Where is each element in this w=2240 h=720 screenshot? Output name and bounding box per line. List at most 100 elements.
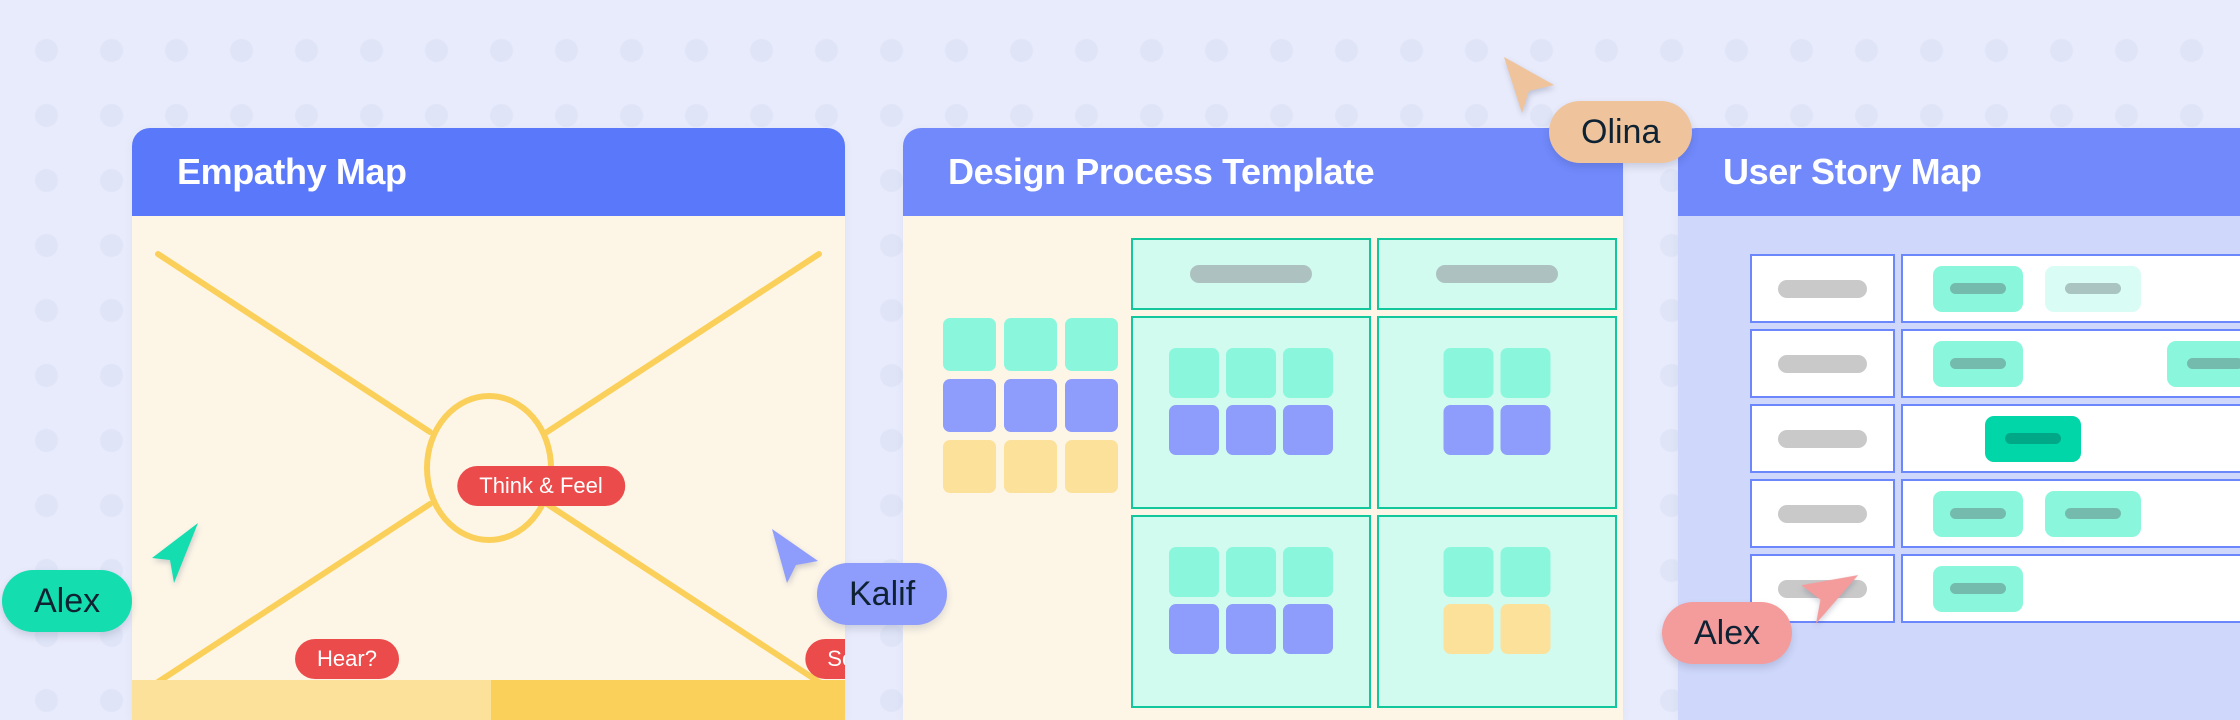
sticky-note[interactable]	[1226, 547, 1276, 597]
placeholder-bar	[1190, 265, 1312, 283]
sticky-note[interactable]	[1500, 348, 1551, 398]
story-row-cells[interactable]	[1901, 329, 2240, 398]
card-body-design-process-template[interactable]	[903, 216, 1623, 720]
sticky-note[interactable]	[1065, 379, 1118, 432]
sticky-note[interactable]	[1443, 405, 1494, 455]
story-note[interactable]	[2045, 490, 2142, 537]
process-box-title[interactable]	[1131, 238, 1371, 310]
sticky-note[interactable]	[1065, 440, 1118, 493]
story-row-cells[interactable]	[1901, 554, 2240, 623]
story-note[interactable]	[1933, 265, 2024, 312]
sticky-note[interactable]	[1500, 547, 1551, 597]
card-header-design-process-template: Design Process Template	[903, 128, 1623, 216]
empathy-footer-block-gain[interactable]	[491, 680, 845, 720]
sticky-note[interactable]	[943, 318, 996, 371]
table-row[interactable]	[1750, 254, 2240, 323]
sticky-note[interactable]	[1443, 348, 1494, 398]
story-row-header[interactable]	[1750, 329, 1896, 398]
placeholder-bar	[2065, 283, 2122, 294]
cursor-name-label: Alex	[2, 570, 133, 632]
sticky-note-palette[interactable]	[943, 318, 1118, 493]
process-sticky-grid[interactable]	[1443, 348, 1551, 455]
table-row[interactable]	[1750, 479, 2240, 548]
sticky-note[interactable]	[1226, 348, 1276, 398]
story-note[interactable]	[1933, 565, 2024, 612]
story-note[interactable]	[1933, 340, 2024, 387]
cursor-name-label: Kalif	[817, 563, 948, 625]
design-process-column	[1377, 216, 1617, 720]
story-note[interactable]	[1933, 490, 2024, 537]
sticky-note[interactable]	[1226, 604, 1276, 654]
placeholder-bar	[1950, 583, 2007, 594]
placeholder-bar	[1436, 265, 1558, 283]
process-box-group[interactable]	[1377, 515, 1617, 708]
sticky-note[interactable]	[1169, 348, 1219, 398]
table-row[interactable]	[1750, 329, 2240, 398]
placeholder-bar	[1778, 504, 1868, 523]
placeholder-bar	[1778, 429, 1868, 448]
card-header-user-story-map: User Story Map	[1678, 128, 2240, 216]
cursor-pointer-icon	[1504, 57, 1554, 113]
cursor-pointer-icon	[772, 529, 818, 583]
placeholder-bar	[2065, 508, 2122, 519]
page-title-user-story-map: User Story Map	[1723, 151, 1982, 192]
sticky-note[interactable]	[1169, 547, 1219, 597]
placeholder-bar	[1778, 354, 1868, 373]
story-row-cells[interactable]	[1901, 254, 2240, 323]
cursor-name-label: Alex	[1662, 602, 1793, 664]
sticky-note[interactable]	[943, 440, 996, 493]
placeholder-bar	[1950, 508, 2007, 519]
board-card-empathy-map[interactable]: Empathy Map Think & Feel Hear? See? Say …	[132, 128, 845, 720]
sticky-note[interactable]	[1065, 318, 1118, 371]
process-sticky-grid[interactable]	[1169, 348, 1333, 455]
story-row-cells[interactable]	[1901, 479, 2240, 548]
card-body-empathy-map[interactable]: Think & Feel Hear? See? Say & Do?	[132, 216, 845, 720]
empathy-footer-block-pain[interactable]	[132, 680, 492, 720]
empathy-label-see[interactable]: See?	[805, 639, 845, 679]
story-note[interactable]	[2045, 265, 2142, 312]
process-box-group[interactable]	[1131, 515, 1371, 708]
sticky-note[interactable]	[1500, 604, 1551, 654]
table-row[interactable]	[1750, 404, 2240, 473]
sticky-note[interactable]	[1283, 547, 1333, 597]
placeholder-bar	[1950, 358, 2007, 369]
sticky-note[interactable]	[1169, 604, 1219, 654]
sticky-note[interactable]	[1283, 604, 1333, 654]
design-process-columns	[1131, 216, 1617, 720]
process-box-group[interactable]	[1131, 316, 1371, 509]
sticky-note[interactable]	[943, 379, 996, 432]
card-header-empathy-map: Empathy Map	[132, 128, 845, 216]
placeholder-bar	[1778, 279, 1868, 298]
cursor-name-label: Olina	[1549, 101, 1693, 163]
placeholder-bar	[2005, 433, 2062, 444]
sticky-note[interactable]	[1500, 405, 1551, 455]
sticky-note[interactable]	[1169, 405, 1219, 455]
process-box-title[interactable]	[1377, 238, 1617, 310]
process-sticky-grid[interactable]	[1169, 547, 1333, 654]
story-row-cells[interactable]	[1901, 404, 2240, 473]
story-row-header[interactable]	[1750, 479, 1896, 548]
sticky-note[interactable]	[1283, 405, 1333, 455]
empathy-label-hear[interactable]: Hear?	[295, 639, 399, 679]
sticky-note[interactable]	[1226, 405, 1276, 455]
story-row-header[interactable]	[1750, 404, 1896, 473]
board-card-design-process-template[interactable]: Design Process Template	[903, 128, 1623, 720]
empathy-label-think-feel[interactable]: Think & Feel	[457, 466, 625, 506]
sticky-note[interactable]	[1004, 379, 1057, 432]
sticky-note[interactable]	[1004, 440, 1057, 493]
page-title-design-process-template: Design Process Template	[948, 151, 1375, 192]
sticky-note[interactable]	[1443, 547, 1494, 597]
process-box-group[interactable]	[1377, 316, 1617, 509]
story-note[interactable]	[2167, 340, 2240, 387]
story-note-highlighted[interactable]	[1985, 415, 2082, 462]
sticky-note[interactable]	[1283, 348, 1333, 398]
design-process-column	[1131, 216, 1371, 720]
placeholder-bar	[1950, 283, 2007, 294]
page-title-empathy-map: Empathy Map	[177, 151, 407, 192]
sticky-note[interactable]	[1004, 318, 1057, 371]
story-row-header[interactable]	[1750, 254, 1896, 323]
sticky-note[interactable]	[1443, 604, 1494, 654]
cursor-pointer-icon	[152, 523, 198, 583]
user-story-rows	[1678, 254, 2240, 623]
process-sticky-grid[interactable]	[1443, 547, 1551, 654]
